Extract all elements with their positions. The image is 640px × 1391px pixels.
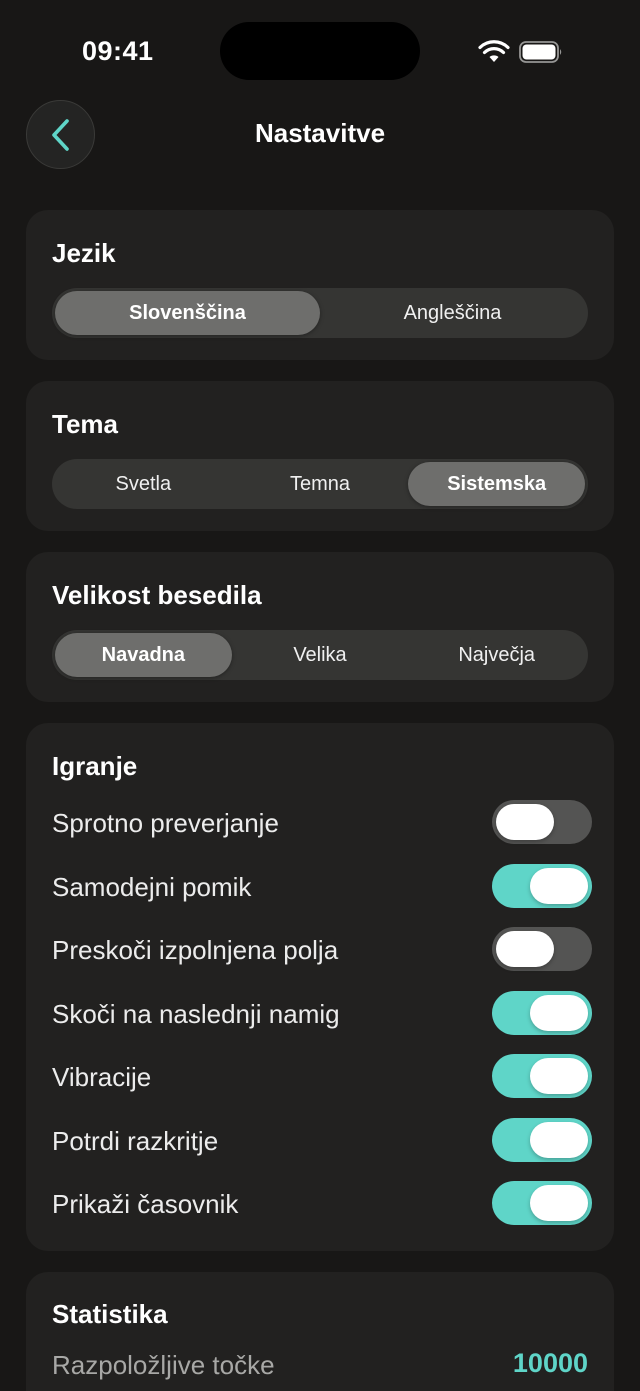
text-size-option-largest[interactable]: Največja bbox=[408, 633, 585, 677]
theme-segmented-control: Svetla Temna Sistemska bbox=[52, 459, 588, 509]
status-time: 09:41 bbox=[82, 36, 154, 66]
setting-label: Potrdi razkritje bbox=[52, 1126, 219, 1156]
setting-label: Preskoči izpolnjena polja bbox=[52, 935, 339, 965]
vibration-toggle[interactable] bbox=[492, 1054, 592, 1098]
setting-row-vibration: Vibracije bbox=[52, 1052, 592, 1102]
toggle-knob bbox=[530, 1058, 588, 1094]
setting-label: Prikaži časovnik bbox=[52, 1189, 239, 1219]
setting-label: Sprotno preverjanje bbox=[52, 808, 279, 838]
toggle-knob bbox=[530, 1122, 588, 1158]
text-size-segmented-control: Navadna Velika Največja bbox=[52, 630, 588, 680]
show-timer-toggle[interactable] bbox=[492, 1181, 592, 1225]
setting-row-skip-filled: Preskoči izpolnjena polja bbox=[52, 925, 592, 975]
auto-advance-toggle[interactable] bbox=[492, 864, 592, 908]
wifi-icon bbox=[478, 40, 510, 62]
live-check-toggle[interactable] bbox=[492, 800, 592, 844]
setting-row-live-check: Sprotno preverjanje bbox=[52, 798, 592, 848]
setting-label: Samodejni pomik bbox=[52, 872, 252, 902]
setting-label: Vibracije bbox=[52, 1062, 152, 1092]
setting-label: Skoči na naslednji namig bbox=[52, 999, 340, 1029]
setting-row-jump-next-clue: Skoči na naslednji namig bbox=[52, 989, 592, 1039]
status-bar: 09:41 bbox=[0, 0, 640, 100]
text-size-option-large[interactable]: Velika bbox=[232, 633, 409, 677]
toggle-knob bbox=[530, 1185, 588, 1221]
text-size-card: Velikost besedila Navadna Velika Največj… bbox=[26, 552, 614, 702]
toggle-knob bbox=[496, 931, 554, 967]
text-size-option-normal[interactable]: Navadna bbox=[55, 633, 232, 677]
statistics-title: Statistika bbox=[52, 1299, 168, 1329]
language-card: Jezik Slovenščina Angleščina bbox=[26, 210, 614, 360]
available-points-label: Razpoložljive točke bbox=[52, 1350, 275, 1380]
gameplay-card: Igranje Sprotno preverjanje Samodejni po… bbox=[26, 723, 614, 1251]
toggle-knob bbox=[530, 868, 588, 904]
battery-icon bbox=[519, 41, 562, 63]
language-segmented-control: Slovenščina Angleščina bbox=[52, 288, 588, 338]
setting-row-show-timer: Prikaži časovnik bbox=[52, 1179, 592, 1229]
theme-option-light[interactable]: Svetla bbox=[55, 462, 232, 506]
available-points-value: 10000 bbox=[512, 1348, 588, 1378]
language-option-english[interactable]: Angleščina bbox=[320, 291, 585, 335]
theme-option-system[interactable]: Sistemska bbox=[408, 462, 586, 506]
dynamic-island bbox=[220, 22, 420, 80]
theme-card: Tema Svetla Temna Sistemska bbox=[26, 381, 614, 531]
toggle-knob bbox=[530, 995, 588, 1031]
statistics-card: Statistika Razpoložljive točke 10000 bbox=[26, 1272, 614, 1391]
gameplay-title: Igranje bbox=[52, 751, 138, 781]
setting-row-confirm-reveal: Potrdi razkritje bbox=[52, 1116, 592, 1166]
toggle-knob bbox=[496, 804, 554, 840]
language-title: Jezik bbox=[52, 238, 116, 268]
jump-next-clue-toggle[interactable] bbox=[492, 991, 592, 1035]
confirm-reveal-toggle[interactable] bbox=[492, 1118, 592, 1162]
settings-screen: 09:41 Nastavitve Jezik Slovenščina Angle… bbox=[0, 0, 640, 1391]
language-option-slovenian[interactable]: Slovenščina bbox=[55, 291, 320, 335]
text-size-title: Velikost besedila bbox=[52, 580, 262, 610]
stat-row-available-points: Razpoložljive točke 10000 bbox=[52, 1344, 588, 1384]
theme-title: Tema bbox=[52, 409, 118, 439]
skip-filled-toggle[interactable] bbox=[492, 927, 592, 971]
theme-option-dark[interactable]: Temna bbox=[232, 462, 409, 506]
page-title: Nastavitve bbox=[254, 118, 386, 148]
setting-row-auto-advance: Samodejni pomik bbox=[52, 862, 592, 912]
